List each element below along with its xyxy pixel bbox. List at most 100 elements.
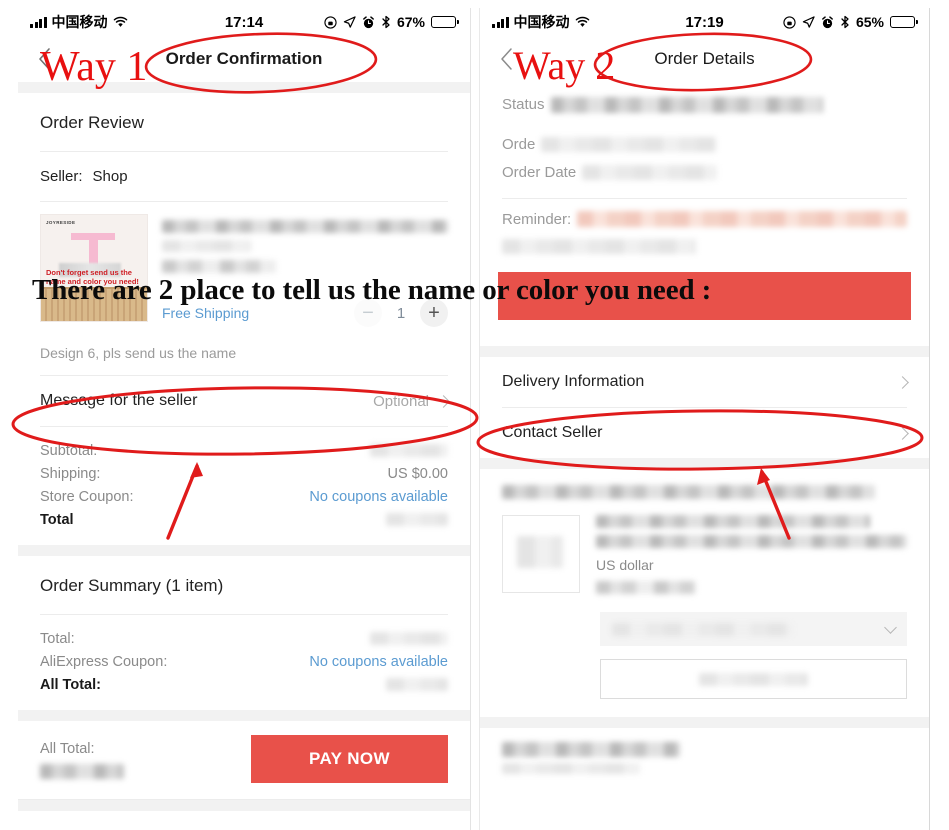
item-action-button[interactable] [600,659,907,699]
order-review-card: Order Review Seller: Shop JOYRESIDE Don'… [18,93,470,545]
pay-now-button[interactable]: PAY NOW [251,735,448,783]
aliexpress-coupon-link[interactable]: No coupons available [309,654,448,670]
alarm-clock-icon [363,15,374,28]
chevron-down-icon [884,620,897,634]
nav-divider-left [18,82,470,93]
detail-links-card: Delivery Information Contact Seller [480,357,929,458]
address-block[interactable] [480,469,929,509]
order-info-block: Status Orde Order Date [480,82,929,198]
phone-screen-left: 中国移动 17:14 67% Order Confirmation Order … [18,8,471,830]
message-for-seller-row[interactable]: Message for the seller Optional [18,376,470,426]
section-gap [18,545,470,556]
product-row[interactable]: JOYRESIDE Don't forget send us the name … [18,202,470,335]
order-date-value-blurred [582,165,718,180]
order-review-title: Order Review [40,113,144,132]
screenshot-stage: 中国移动 17:14 67% Order Confirmation Order … [0,0,949,830]
item-action-label-blurred [698,672,809,686]
pay-total-group: All Total: [40,739,124,779]
free-shipping-label: Free Shipping [162,305,250,321]
item-select-dropdown[interactable] [600,612,907,646]
reminder-second-line-blurred [502,239,697,254]
summary-row[interactable]: AliExpress Coupon: No coupons available [40,650,448,673]
quantity-value: 1 [396,304,406,322]
carrier-label: 中国移动 [513,14,570,30]
product-price-blurred [162,260,277,273]
summary-breakdown: Total: AliExpress Coupon: No coupons ava… [18,615,470,710]
wifi-icon [575,16,589,27]
item-title-line-1-blurred [596,515,870,528]
product-subtitle-blurred [162,240,251,252]
price-row: Shipping: US $0.00 [40,462,448,485]
price-value: US $0.00 [387,465,448,482]
item-details: US dollar [596,515,907,594]
delivery-information-row[interactable]: Delivery Information [480,357,929,407]
summary-row: All Total: [40,673,448,696]
contact-seller-row[interactable]: Contact Seller [480,408,929,458]
price-key: Shipping: [40,465,101,482]
status-bar-right: 中国移动 17:19 65% [480,8,929,36]
item-title-line-2-blurred [596,535,907,548]
price-row[interactable]: Store Coupon: No coupons available [40,485,448,508]
summary-row: Total: [40,627,448,650]
page-title-right: Order Details [654,49,755,68]
seller-row[interactable]: Seller: Shop [18,152,470,201]
phone-screen-right: 中国移动 17:19 65% Order Details Status Orde… [479,8,930,830]
section-gap [18,710,470,721]
overlay-instruction-text: There are 2 place to tell us the name or… [32,274,712,306]
item-thumbnail[interactable] [502,515,580,593]
store-coupon-link[interactable]: No coupons available [309,489,448,505]
pay-total-label: All Total: [40,741,95,757]
product-info: Free Shipping − 1 + [162,214,448,327]
panel-way-1: 中国移动 17:14 67% Order Confirmation Order … [0,0,475,830]
seller-label: Seller: [40,168,83,185]
status-value-blurred [550,97,823,113]
order-summary-title: Order Summary (1 item) [40,576,224,595]
price-breakdown: Subtotal: Shipping: US $0.00 Store Coupo… [18,427,470,545]
address-line-blurred [502,485,875,499]
product-title-blurred [162,220,448,233]
carrier-label: 中国移动 [51,14,108,30]
status-label: Status [502,96,545,113]
reminder-value-blurred [577,211,907,227]
thumbnail-brand-label: JOYRESIDE [46,220,76,225]
delivery-information-chevron-group [896,375,909,389]
status-row: Status [502,96,907,113]
status-bar-left: 中国移动 17:14 67% [18,8,470,36]
price-value-blurred [386,513,448,526]
pay-total-value-blurred [40,764,124,779]
panel-way-2: 中国移动 17:19 65% Order Details Status Orde… [475,0,949,830]
page-title-left: Order Confirmation [165,49,323,68]
status-right-group: 67% [324,14,459,30]
bottom-line-2-blurred [502,763,640,774]
order-number-value-blurred [541,137,717,152]
delivery-information-label: Delivery Information [502,373,645,390]
price-value-blurred [370,444,448,457]
product-variant-label: Design 6, pls send us the name [40,345,237,361]
message-for-seller-label: Message for the seller [40,392,198,409]
order-number-row: Orde [502,136,907,153]
reminder-row: Reminder: [502,211,907,228]
alarm-clock-icon [822,15,833,28]
reminder-label: Reminder: [502,211,572,228]
rotation-lock-icon [783,15,796,29]
nav-bar-left: Order Confirmation [18,36,470,82]
price-key: Subtotal: [40,442,98,459]
order-date-row: Order Date [502,164,907,181]
select-value-blurred [612,622,794,636]
seller-name: Shop [92,168,128,185]
order-number-label: Orde [502,136,536,153]
contact-seller-chevron-group [896,426,909,440]
item-thumbnail-blurred [517,536,563,568]
signal-bars-icon [492,16,509,28]
summary-value-blurred [370,632,448,645]
message-for-seller-value: Optional [373,392,429,410]
contact-seller-label: Contact Seller [502,424,603,441]
price-key: Total [40,511,74,528]
order-summary-card: Order Summary (1 item) Total: AliExpress… [18,556,470,710]
status-left-group: 中国移动 [30,12,128,32]
message-for-seller-value-group: Optional [373,392,450,410]
bottom-line-1-blurred [502,742,681,757]
order-item-block[interactable]: US dollar [480,509,929,598]
reminder-block: Reminder: [480,199,929,258]
rotation-lock-icon [324,15,337,29]
